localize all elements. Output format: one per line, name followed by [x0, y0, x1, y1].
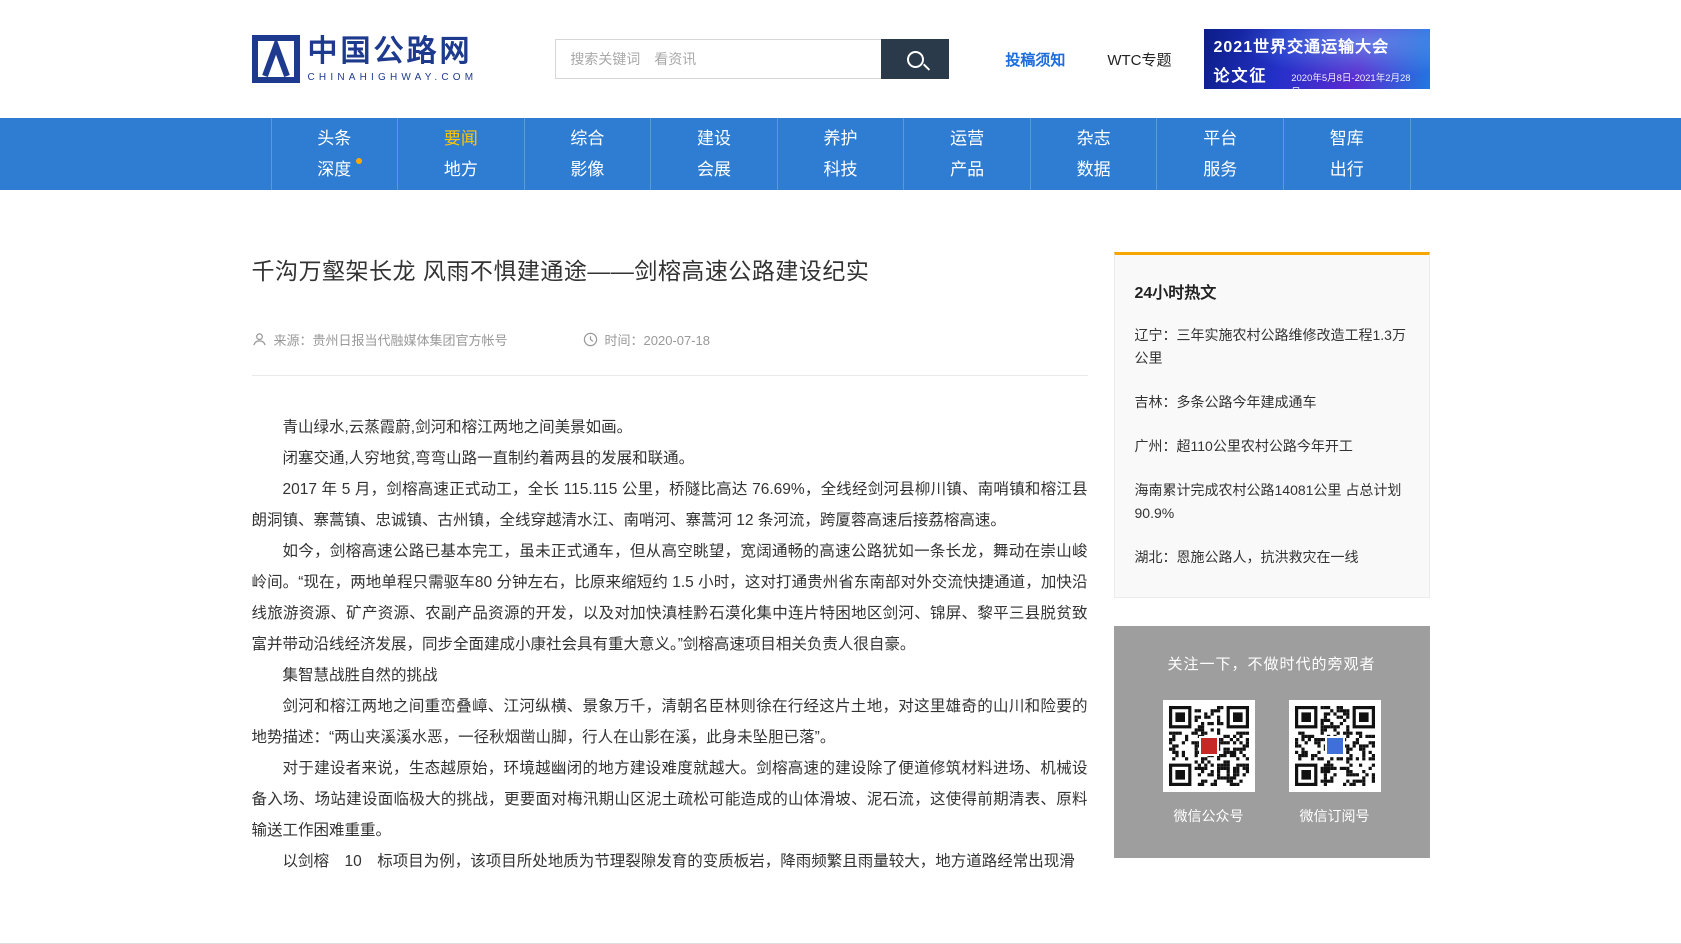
sidebar: 24小时热文 辽宁：三年实施农村公路维修改造工程1.3万公里 吉林：多条公路今年…	[1114, 252, 1430, 858]
article-paragraph: 2017 年 5 月，剑榕高速正式动工，全长 115.115 公里，桥隧比高达 …	[252, 474, 1088, 536]
logo-subtitle: CHINAHIGHWAY.COM	[308, 72, 478, 83]
search-bar	[555, 39, 949, 79]
site-logo[interactable]: 中国公路网 CHINAHIGHWAY.COM	[252, 35, 478, 83]
notification-dot	[356, 158, 362, 164]
nav-column: 运营 产品	[903, 118, 1030, 190]
nav-column: 建设 会展	[650, 118, 777, 190]
hot-item[interactable]: 湖北：恩施公路人，抗洪救灾在一线	[1135, 546, 1409, 569]
nav-column: 要闻 地方	[397, 118, 524, 190]
ad-title: 2021世界交通运输大会	[1214, 38, 1420, 58]
search-icon	[907, 51, 924, 68]
nav-item-shendu[interactable]: 深度	[317, 157, 351, 183]
article-source: 来源：贵州日报当代融媒体集团官方帐号	[252, 330, 508, 349]
nav-item-zazhi[interactable]: 杂志	[1077, 126, 1111, 152]
nav-item-zhiku[interactable]: 智库	[1330, 126, 1364, 152]
article-paragraph: 对于建设者来说，生态越原始，环境越幽闭的地方建设难度就越大。剑榕高速的建设除了便…	[252, 753, 1088, 846]
article-paragraph: 集智慧战胜自然的挑战	[252, 660, 1088, 691]
link-submission-guide[interactable]: 投稿须知	[1005, 49, 1065, 70]
nav-item-yanghu[interactable]: 养护	[824, 126, 858, 152]
site-header: 中国公路网 CHINAHIGHWAY.COM 投稿须知 WTC专题 2021世界…	[0, 0, 1681, 118]
article-body: 青山绿水,云蒸霞蔚,剑河和榕江两地之间美景如画。 闭塞交通,人穷地贫,弯弯山路一…	[252, 412, 1088, 877]
article-source-text: 来源：贵州日报当代融媒体集团官方帐号	[274, 330, 508, 349]
nav-column: 养护 科技	[777, 118, 904, 190]
header-links: 投稿须知 WTC专题	[1005, 49, 1171, 70]
link-wtc-special[interactable]: WTC专题	[1107, 49, 1171, 70]
ad-subtitle: 论文征集	[1214, 62, 1286, 89]
nav-item-yunying[interactable]: 运营	[950, 126, 984, 152]
main-nav: 头条 深度 要闻 地方 综合 影像 建设 会展 养护 科技 运营 产品 杂志	[0, 118, 1681, 190]
nav-item-chanpin[interactable]: 产品	[950, 157, 984, 183]
nav-item-difang[interactable]: 地方	[444, 157, 478, 183]
hot-item[interactable]: 广州：超110公里农村公路今年开工	[1135, 435, 1409, 458]
nav-item-huizhan[interactable]: 会展	[697, 157, 731, 183]
person-icon	[252, 332, 267, 347]
qr-label: 微信公众号	[1163, 806, 1255, 826]
nav-item-shuju[interactable]: 数据	[1077, 157, 1111, 183]
nav-column: 头条 深度	[271, 118, 398, 190]
article-paragraph: 闭塞交通,人穷地贫,弯弯山路一直制约着两县的发展和联通。	[252, 443, 1088, 474]
main-content: 千沟万壑架长龙 风雨不惧建通途——剑榕高速公路建设纪实 来源：贵州日报当代融媒体…	[0, 190, 1681, 877]
article-title: 千沟万壑架长龙 风雨不惧建通途——剑榕高速公路建设纪实	[252, 252, 1088, 286]
article: 千沟万壑架长龙 风雨不惧建通途——剑榕高速公路建设纪实 来源：贵州日报当代融媒体…	[252, 252, 1088, 877]
nav-item-yaowen[interactable]: 要闻	[444, 126, 478, 152]
search-button[interactable]	[881, 39, 949, 79]
nav-item-chuxing[interactable]: 出行	[1330, 157, 1364, 183]
logo-icon	[252, 35, 300, 83]
hot-item[interactable]: 吉林：多条公路今年建成通车	[1135, 391, 1409, 414]
qr-item: 微信公众号	[1163, 700, 1255, 826]
nav-item-pingtai[interactable]: 平台	[1203, 126, 1237, 152]
logo-title: 中国公路网	[308, 35, 478, 69]
nav-item-fuwu[interactable]: 服务	[1203, 157, 1237, 183]
nav-item-zonghe[interactable]: 综合	[570, 126, 604, 152]
qr-label: 微信订阅号	[1289, 806, 1381, 826]
meta-divider	[252, 375, 1088, 376]
article-paragraph: 剑河和榕江两地之间重峦叠嶂、江河纵横、景象万千，清朝名臣林则徐在行经这片土地，对…	[252, 691, 1088, 753]
article-paragraph: 如今，剑榕高速公路已基本完工，虽未正式通车，但从高空眺望，宽阔通畅的高速公路犹如…	[252, 536, 1088, 660]
hot-item[interactable]: 海南累计完成农村公路14081公里 占总计划90.9%	[1135, 479, 1409, 525]
nav-item-keji[interactable]: 科技	[824, 157, 858, 183]
qr-item: 微信订阅号	[1289, 700, 1381, 826]
nav-item-toutiao[interactable]: 头条	[317, 126, 351, 152]
clock-icon	[583, 332, 598, 347]
search-input[interactable]	[555, 39, 881, 79]
follow-panel-title: 关注一下，不做时代的旁观者	[1114, 653, 1430, 674]
nav-item-jianshe[interactable]: 建设	[697, 126, 731, 152]
qr-center-logo	[1199, 736, 1219, 756]
nav-column: 综合 影像	[524, 118, 651, 190]
conference-ad-banner[interactable]: 2021世界交通运输大会 论文征集 2020年5月8日-2021年2月28日	[1204, 29, 1430, 89]
hot-panel-title: 24小时热文	[1135, 279, 1409, 303]
wechat-follow-panel: 关注一下，不做时代的旁观者 微信公众号 微信	[1114, 626, 1430, 858]
nav-column: 智库 出行	[1283, 118, 1411, 190]
nav-item-label: 深度	[317, 160, 351, 179]
article-paragraph: 以剑榕 10 标项目为例，该项目所处地质为节理裂隙发育的变质板岩，降雨频繁且雨量…	[252, 846, 1088, 877]
nav-column: 平台 服务	[1156, 118, 1283, 190]
nav-item-yingxiang[interactable]: 影像	[570, 157, 604, 183]
qr-center-logo	[1325, 736, 1345, 756]
wechat-official-qr-code	[1163, 700, 1255, 792]
ad-dates: 2020年5月8日-2021年2月28日	[1291, 70, 1419, 89]
article-meta: 来源：贵州日报当代融媒体集团官方帐号 时间：2020-07-18	[252, 330, 1088, 349]
hot-item[interactable]: 辽宁：三年实施农村公路维修改造工程1.3万公里	[1135, 324, 1409, 370]
article-time: 时间：2020-07-18	[583, 330, 711, 349]
article-time-text: 时间：2020-07-18	[605, 330, 711, 349]
wechat-subscription-qr-code	[1289, 700, 1381, 792]
hot-articles-panel: 24小时热文 辽宁：三年实施农村公路维修改造工程1.3万公里 吉林：多条公路今年…	[1114, 252, 1430, 598]
article-paragraph: 青山绿水,云蒸霞蔚,剑河和榕江两地之间美景如画。	[252, 412, 1088, 443]
nav-column: 杂志 数据	[1030, 118, 1157, 190]
